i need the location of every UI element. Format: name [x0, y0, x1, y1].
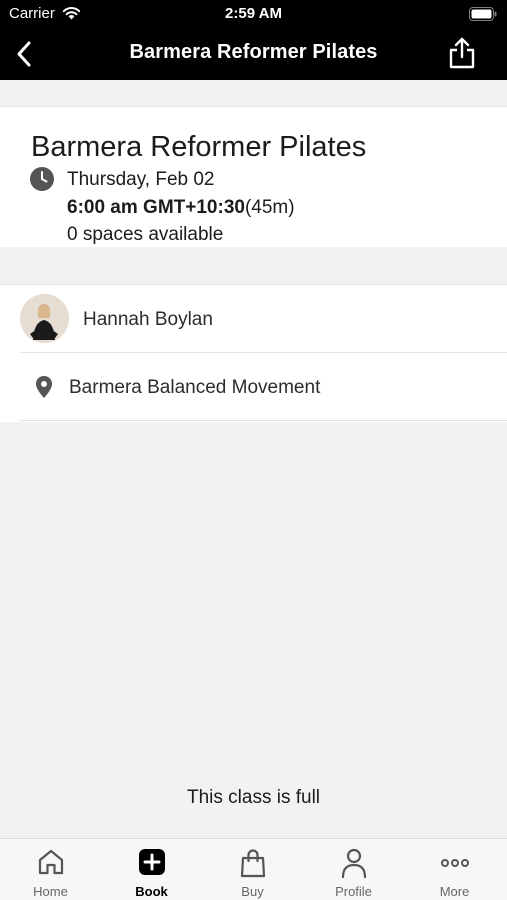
tab-book[interactable]: Book	[101, 839, 202, 900]
class-date: Thursday, Feb 02	[67, 169, 215, 190]
tab-more[interactable]: More	[404, 839, 505, 900]
person-icon	[341, 848, 366, 878]
home-icon	[38, 849, 63, 875]
tab-label: Buy	[241, 884, 264, 899]
instructor-name: Hannah Boylan	[83, 309, 213, 330]
class-time-line: 6:00 am GMT+10:30(45m)	[67, 197, 295, 219]
class-title: Barmera Reformer Pilates	[31, 131, 367, 163]
plus-square-icon	[138, 849, 165, 875]
location-row[interactable]: Barmera Balanced Movement	[20, 353, 507, 421]
nav-bar: Barmera Reformer Pilates	[0, 28, 507, 80]
clock-icon	[30, 167, 54, 191]
tab-label: Home	[33, 884, 68, 899]
spaces-available: 0 spaces available	[67, 224, 224, 245]
tab-label: More	[439, 884, 470, 899]
status-time: 2:59 AM	[225, 5, 282, 22]
tab-bar: Home Book Buy Profile More	[0, 838, 507, 900]
status-bar: Carrier 2:59 AM	[0, 0, 507, 28]
nav-title: Barmera Reformer Pilates	[129, 41, 378, 63]
location-pin-icon	[36, 376, 52, 398]
ellipsis-icon	[440, 859, 469, 867]
tab-label: Book	[135, 884, 168, 899]
location-name: Barmera Balanced Movement	[69, 377, 321, 398]
top-bar: Carrier 2:59 AM Barmera Reformer Pilates	[0, 0, 507, 80]
class-duration: (45m)	[244, 197, 295, 218]
share-icon[interactable]	[447, 36, 477, 70]
class-info-list: Hannah Boylan Barmera Balanced Movement	[0, 284, 507, 422]
class-full-message: This class is full	[186, 787, 321, 808]
tab-buy[interactable]: Buy	[202, 839, 303, 900]
class-time: 6:00 am GMT+10:30	[67, 197, 245, 218]
tab-label: Profile	[335, 884, 372, 899]
tab-profile[interactable]: Profile	[303, 839, 404, 900]
chevron-left-icon[interactable]	[12, 39, 38, 69]
battery-icon	[469, 7, 497, 21]
class-details-card: Barmera Reformer Pilates Thursday, Feb 0…	[0, 106, 507, 247]
avatar	[20, 294, 69, 343]
tab-home[interactable]: Home	[0, 839, 101, 900]
shopping-bag-icon	[240, 849, 265, 878]
screen: Carrier 2:59 AM Barmera Reformer Pilates	[0, 0, 507, 900]
instructor-row[interactable]: Hannah Boylan	[20, 285, 507, 353]
